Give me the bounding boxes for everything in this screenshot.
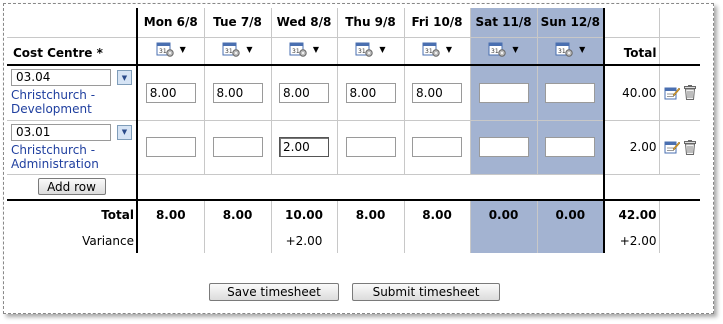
grand-total: 42.00 (603, 200, 660, 228)
cost-centre-cell: 03.01 ▼ Christchurch - Administration (7, 120, 137, 175)
add-row-total-spacer (603, 174, 659, 201)
calendar-settings-icon: 31 (422, 42, 440, 57)
row-total: 2.00 (603, 120, 660, 175)
hours-input-sat[interactable] (478, 137, 529, 157)
svg-text:31: 31 (425, 48, 433, 55)
chevron-down-icon[interactable]: ▼ (117, 124, 132, 140)
variance-sat (470, 228, 538, 253)
day-header-tue: Tue 7/8 (204, 8, 272, 38)
day-header-sun: Sun 12/8 (537, 8, 604, 38)
totals-actions-blank (659, 200, 700, 228)
trash-icon[interactable] (683, 139, 696, 155)
cost-centre-cell: 03.04 ▼ Christchurch - Development (7, 65, 137, 121)
total-thu: 8.00 (337, 200, 405, 228)
calendar-settings-icon: 31 (156, 42, 174, 57)
day-header-wed: Wed 8/8 (271, 8, 338, 38)
variance-tue (204, 228, 272, 253)
row-total: 40.00 (603, 65, 660, 121)
total-tue: 8.00 (204, 200, 272, 228)
variance-thu (337, 228, 405, 253)
variance-total: +2.00 (603, 228, 660, 253)
total-mon: 8.00 (136, 200, 205, 228)
hours-input-thu[interactable] (345, 137, 396, 157)
save-timesheet-button[interactable]: Save timesheet (209, 283, 339, 301)
calendar-button-mon[interactable]: 31 ▼ (136, 37, 205, 66)
day-header-mon: Mon 6/8 (136, 8, 205, 38)
calendar-settings-icon: 31 (488, 42, 507, 57)
hours-input-fri[interactable] (412, 82, 462, 103)
variance-fri (404, 228, 471, 253)
calendar-settings-icon: 31 (289, 42, 307, 57)
hours-input-fri[interactable] (412, 137, 462, 157)
edit-note-icon[interactable] (664, 85, 680, 101)
header-blank-cell (7, 8, 137, 38)
variance-actions-blank (659, 228, 700, 253)
add-row-actions-spacer (659, 174, 700, 201)
chevron-down-icon[interactable]: ▼ (117, 70, 132, 86)
actions-header-blank (659, 37, 700, 66)
timesheet-grid: Mon 6/8 Tue 7/8 Wed 8/8 Thu 9/8 Fri 10/8… (7, 8, 700, 253)
svg-text:31: 31 (292, 48, 300, 55)
svg-text:31: 31 (491, 48, 499, 55)
hours-input-sun[interactable] (545, 82, 596, 103)
hours-input-wed[interactable] (279, 137, 329, 157)
totals-label: Total (101, 207, 134, 222)
total-wed: 10.00 (271, 200, 338, 228)
hours-input-thu[interactable] (345, 82, 396, 103)
variance-label: Variance (82, 233, 134, 248)
total-fri: 8.00 (404, 200, 471, 228)
calendar-settings-icon: 31 (355, 42, 374, 57)
total-sat: 0.00 (470, 200, 538, 228)
calendar-settings-icon: 31 (222, 42, 241, 57)
header-actions-blank (659, 8, 700, 38)
calendar-button-thu[interactable]: 31 ▼ (337, 37, 405, 66)
cost-centre-link[interactable]: Christchurch - Administration (11, 143, 132, 171)
total-header: Total (603, 37, 660, 66)
cost-centre-link[interactable]: Christchurch - Development (11, 88, 132, 116)
timesheet-page: Mon 6/8 Tue 7/8 Wed 8/8 Thu 9/8 Fri 10/8… (0, 0, 723, 324)
day-header-thu: Thu 9/8 (337, 8, 405, 38)
calendar-settings-icon: 31 (555, 42, 573, 57)
svg-text:31: 31 (558, 48, 566, 55)
add-row-spacer (136, 174, 604, 201)
hours-input-mon[interactable] (145, 137, 196, 157)
day-header-sat: Sat 11/8 (470, 8, 538, 38)
hours-input-tue[interactable] (212, 82, 263, 103)
edit-note-icon[interactable] (664, 139, 680, 155)
cost-centre-select[interactable]: 03.01 (11, 123, 111, 141)
svg-text:31: 31 (225, 48, 233, 55)
hours-input-sun[interactable] (545, 137, 596, 157)
calendar-button-tue[interactable]: 31 ▼ (204, 37, 272, 66)
svg-text:31: 31 (159, 48, 167, 55)
day-header-fri: Fri 10/8 (404, 8, 471, 38)
calendar-button-fri[interactable]: 31 ▼ (404, 37, 471, 66)
submit-timesheet-button[interactable]: Submit timesheet (352, 283, 500, 301)
variance-wed: +2.00 (271, 228, 338, 253)
cost-centre-header: Cost Centre * (7, 37, 137, 66)
variance-mon (136, 228, 205, 253)
calendar-button-sat[interactable]: 31 ▼ (470, 37, 538, 66)
hours-input-tue[interactable] (212, 137, 263, 157)
variance-sun (537, 228, 604, 253)
calendar-button-sun[interactable]: 31 ▼ (537, 37, 604, 66)
hours-input-mon[interactable] (145, 82, 196, 103)
total-sun: 0.00 (537, 200, 604, 228)
hours-input-sat[interactable] (478, 82, 529, 103)
trash-icon[interactable] (683, 85, 696, 101)
hours-input-wed[interactable] (279, 82, 329, 103)
svg-text:31: 31 (358, 48, 366, 55)
header-total-blank (603, 8, 660, 38)
calendar-button-wed[interactable]: 31 ▼ (271, 37, 338, 66)
cost-centre-select[interactable]: 03.04 (11, 69, 111, 87)
add-row-cell: Add row (7, 174, 137, 201)
add-row-button[interactable]: Add row (37, 178, 106, 196)
